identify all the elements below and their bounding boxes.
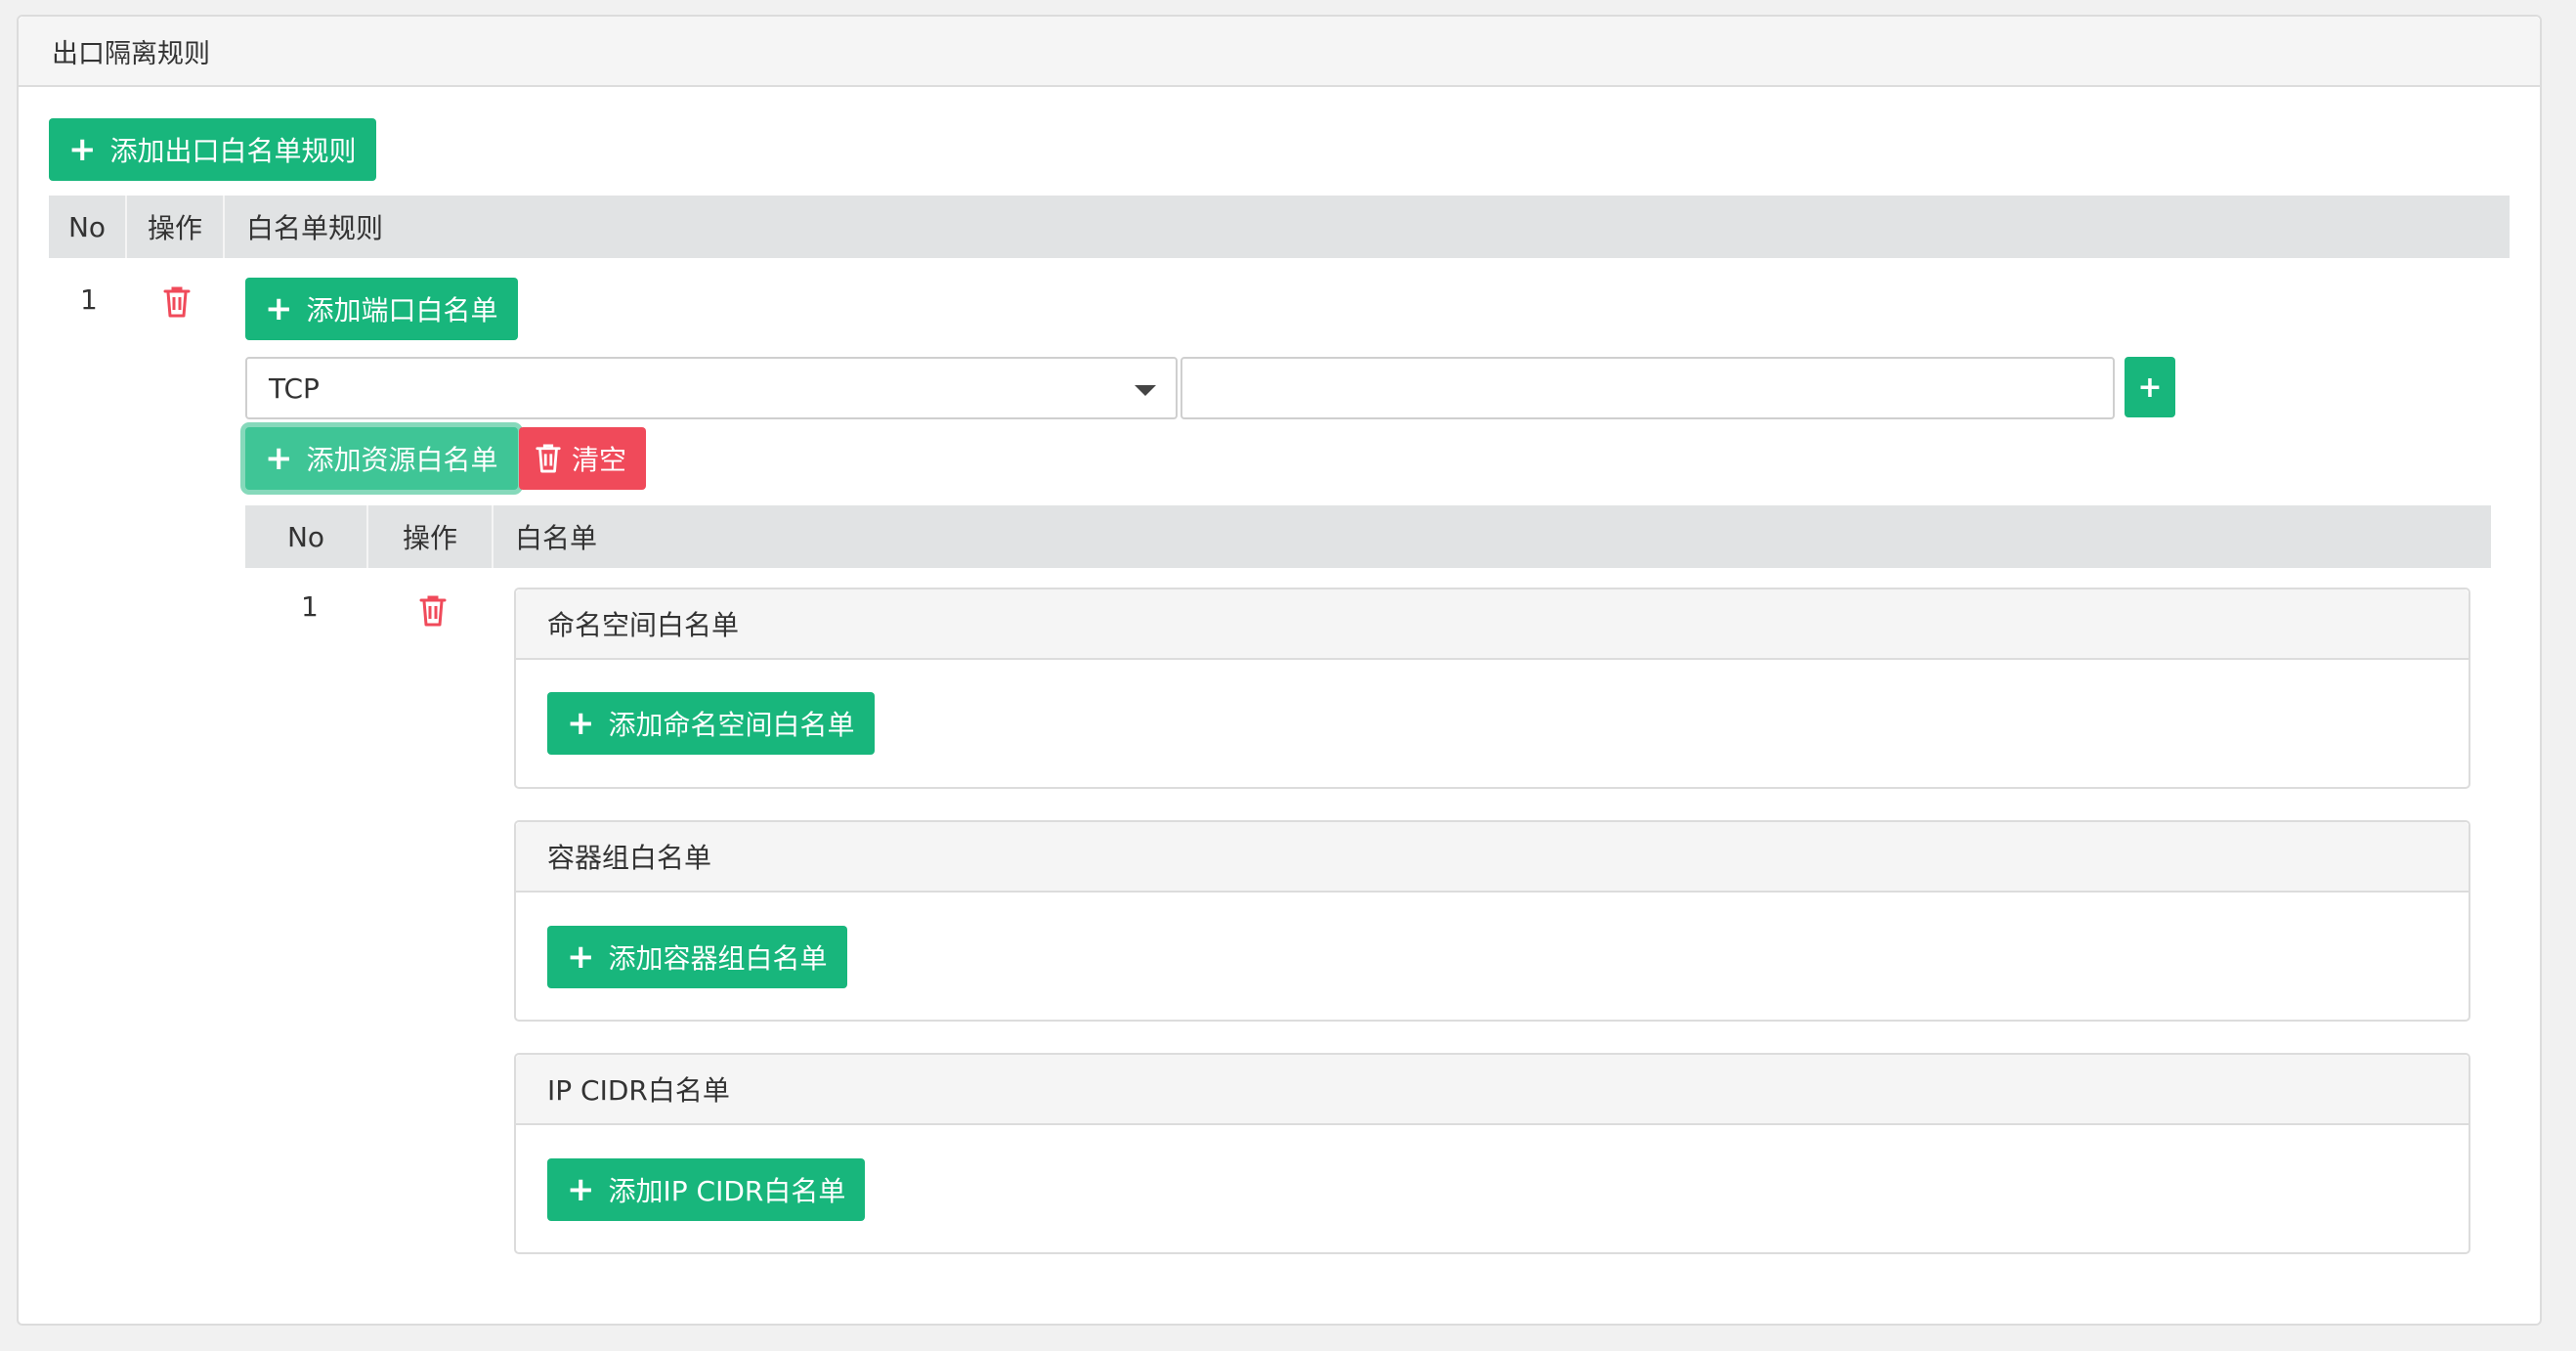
col-whitelist: 白名单 (515, 522, 598, 554)
clear-label: 清空 (572, 444, 627, 476)
panel-title: 出口隔离规则 (19, 17, 2540, 87)
trash-icon[interactable] (162, 285, 192, 319)
add-ip-cidr-whitelist-label: 添加IP CIDR白名单 (608, 1175, 846, 1207)
resource-row-no: 1 (301, 590, 319, 623)
plus-icon: + (567, 704, 595, 743)
clear-button[interactable]: 清空 (519, 427, 647, 490)
trash-icon[interactable] (418, 594, 448, 628)
rules-table-header: No 操作 白名单规则 (49, 196, 2510, 258)
add-pod-whitelist-button[interactable]: + 添加容器组白名单 (547, 926, 847, 988)
plus-icon: + (265, 289, 293, 328)
plus-icon: + (68, 130, 97, 169)
col-actions: 操作 (127, 196, 225, 258)
chevron-down-icon (1135, 385, 1156, 396)
add-port-plus-button[interactable]: + (2125, 357, 2175, 417)
plus-icon: + (567, 1170, 595, 1209)
col-no: No (245, 505, 368, 568)
rule-row-no: 1 (80, 283, 98, 316)
add-pod-whitelist-label: 添加容器组白名单 (608, 942, 828, 975)
col-no: No (49, 196, 127, 258)
namespace-whitelist-panel: 命名空间白名单 (514, 588, 2470, 789)
add-resource-whitelist-label: 添加资源白名单 (306, 444, 498, 476)
ip-cidr-whitelist-panel: IP CIDR白名单 (514, 1053, 2470, 1254)
add-port-whitelist-button[interactable]: + 添加端口白名单 (245, 278, 518, 340)
pod-whitelist-title: 容器组白名单 (516, 822, 2469, 893)
add-egress-rule-label: 添加出口白名单规则 (109, 135, 357, 167)
add-port-whitelist-label: 添加端口白名单 (306, 294, 498, 327)
add-egress-rule-button[interactable]: + 添加出口白名单规则 (49, 118, 376, 181)
pod-whitelist-panel: 容器组白名单 (514, 820, 2470, 1022)
namespace-whitelist-title: 命名空间白名单 (516, 589, 2469, 660)
ip-cidr-whitelist-title: IP CIDR白名单 (516, 1055, 2469, 1125)
add-namespace-whitelist-button[interactable]: + 添加命名空间白名单 (547, 692, 875, 755)
col-actions: 操作 (368, 505, 494, 568)
protocol-select[interactable]: TCP (245, 357, 1178, 419)
trash-icon (536, 444, 561, 473)
port-input[interactable] (1181, 357, 2115, 419)
add-resource-whitelist-button[interactable]: + 添加资源白名单 (245, 427, 518, 490)
protocol-select-value: TCP (269, 371, 320, 405)
col-whitelist-rule: 白名单规则 (246, 212, 384, 244)
add-ip-cidr-whitelist-button[interactable]: + 添加IP CIDR白名单 (547, 1158, 866, 1221)
add-namespace-whitelist-label: 添加命名空间白名单 (608, 709, 855, 741)
plus-icon: + (265, 439, 293, 478)
plus-icon: + (567, 937, 595, 977)
plus-icon: + (2137, 370, 2163, 405)
resource-table-header: No 操作 白名单 (245, 505, 2491, 568)
